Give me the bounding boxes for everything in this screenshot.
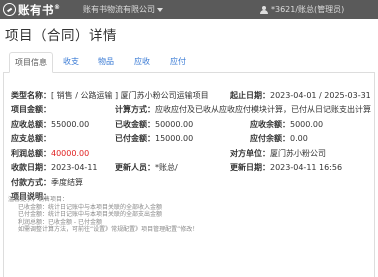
company-selector[interactable]: 账有书物流有限公司 bbox=[83, 4, 163, 15]
tips-line: 如需调整计算方法，可前往“设置》常规配置》项目管理配置”修改！ bbox=[18, 226, 199, 233]
update-date-field: 更新日期：2023-04-11 16:56 bbox=[230, 163, 343, 172]
tab-payable[interactable]: 应付 bbox=[163, 52, 193, 73]
received-amount-field: 已收金额：50000.00 bbox=[115, 120, 194, 129]
company-name: 账有书物流有限公司 bbox=[83, 5, 155, 14]
calc-method-field: 计算方式：应收应付及已收从应收应付模块计算，已付从日记账支出计算 bbox=[115, 105, 371, 114]
page-title: 项目（合同）详情 bbox=[5, 28, 117, 44]
logo-icon bbox=[3, 3, 16, 16]
tab-project-info[interactable]: 项目信息 bbox=[9, 52, 53, 73]
tips-line: 已收金额：统计日记账中与本项目关联的全部收入金额 bbox=[18, 203, 163, 211]
project-info-panel: 类型名称：[ 销售 / 公路运输 ] 厦门苏小粉公司运输项目 起止日期：2023… bbox=[3, 73, 375, 277]
tab-bar: 项目信息 收支 物品 应收 应付 bbox=[3, 52, 375, 73]
tab-goods[interactable]: 物品 bbox=[91, 52, 121, 73]
tab-receivable[interactable]: 应收 bbox=[127, 52, 157, 73]
project-amount-field: 项目金额： bbox=[11, 105, 51, 114]
tips-line: 利润总额：已收金额 - 已付金额 bbox=[18, 218, 102, 226]
chevron-down-icon bbox=[157, 7, 163, 12]
profit-total-field: 利润总额：40000.00 bbox=[11, 149, 90, 158]
receivable-balance-field: 应收余额：5000.00 bbox=[250, 120, 324, 129]
user-name: *3621/账总(管理员) bbox=[271, 5, 345, 14]
tab-income-expense[interactable]: 收支 bbox=[56, 52, 86, 73]
tips-line: 已付金额：统计日记账中与本项目关联的全部支出金额 bbox=[18, 211, 163, 218]
updater-field: 更新人员：*账总/ bbox=[115, 163, 178, 172]
payment-date-field: 收款日期：2023-04-11 bbox=[11, 163, 98, 172]
payment-method-field: 付款方式：季度结算 bbox=[11, 178, 83, 187]
logo-text: 账有书® bbox=[18, 2, 61, 17]
payable-balance-field: 应付余额：0.00 bbox=[250, 134, 308, 143]
payable-total-field: 应支总额： bbox=[11, 134, 51, 143]
top-bar: 账有书® 账有书物流有限公司 *3621/账总(管理员) bbox=[0, 0, 378, 19]
date-range-field: 起止日期：2023-04-01 / 2025-03-31 bbox=[230, 91, 371, 100]
counterparty-field: 对方单位：厦门苏小粉公司 bbox=[230, 149, 326, 158]
receivable-total-field: 应收总额：55000.00 bbox=[11, 120, 90, 129]
app-logo[interactable]: 账有书® bbox=[3, 2, 61, 17]
tips-title: 温馨提示，销售项目： bbox=[8, 196, 69, 203]
type-field: 类型名称：[ 销售 / 公路运输 ] 厦门苏小粉公司运输项目 bbox=[11, 91, 209, 100]
tips-box: 温馨提示，销售项目： 已收金额：统计日记账中与本项目关联的全部收入金额 已付金额… bbox=[8, 196, 368, 234]
user-icon bbox=[260, 5, 268, 14]
user-menu[interactable]: *3621/账总(管理员) bbox=[260, 4, 344, 15]
paid-amount-field: 已付金额：15000.00 bbox=[115, 134, 194, 143]
